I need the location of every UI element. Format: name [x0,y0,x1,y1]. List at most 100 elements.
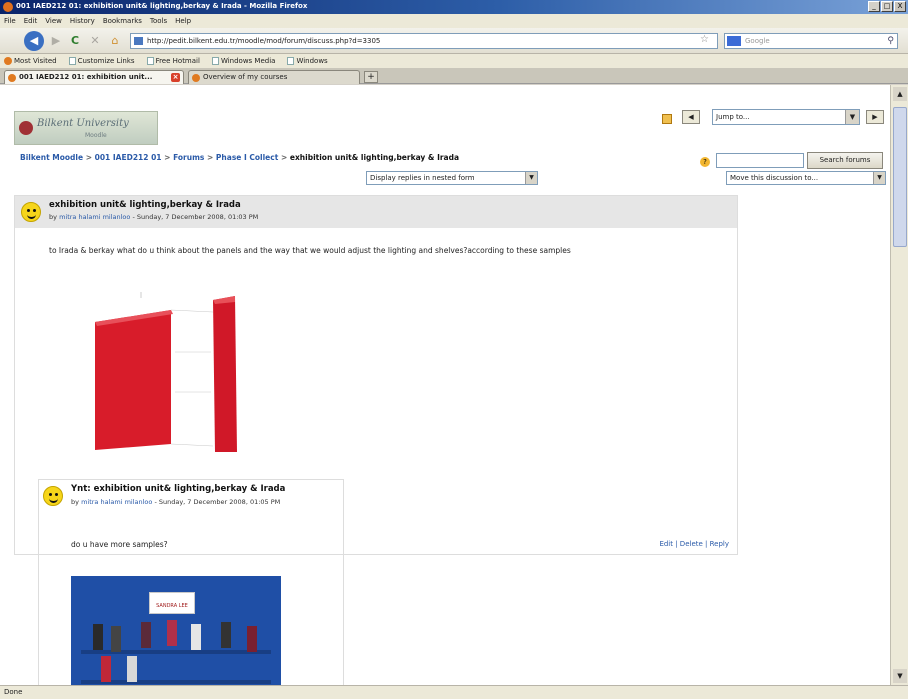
breadcrumb-forum[interactable]: Phase I Collect [216,153,278,162]
breadcrumb-course[interactable]: 001 IAED212 01 [95,153,162,162]
post-body: to Irada & berkay what do u think about … [49,246,571,255]
tab-close-icon[interactable]: × [171,73,180,82]
forward-button[interactable]: ▶ [47,32,65,50]
scroll-thumb[interactable] [893,107,907,247]
brochure [247,626,257,652]
home-button[interactable]: ⌂ [106,32,124,50]
post-byline: by mitra halami milanloo - Sunday, 7 Dec… [49,213,258,221]
site-logo[interactable]: Bilkent University Moodle [14,111,158,145]
bookmark-windows[interactable]: Windows [287,54,328,68]
new-tab-button[interactable]: + [364,71,378,83]
forum-reply: Ynt: exhibition unit& lighting,berkay & … [38,479,344,685]
post-date: - Sunday, 7 December 2008, 01:03 PM [130,213,259,221]
post-actions[interactable]: Edit | Delete | Reply [659,540,729,548]
panel-sample-image[interactable] [75,282,243,456]
firefox-icon [4,57,12,65]
firefox-icon [3,2,13,12]
post-date: - Sunday, 7 December 2008, 01:05 PM [152,498,281,506]
post-header: exhibition unit& lighting,berkay & Irada… [15,196,737,228]
tab-overview-courses[interactable]: Overview of my courses [188,70,360,84]
menu-bar: File Edit View History Bookmarks Tools H… [0,14,908,28]
bookmark-customize-links[interactable]: Customize Links [68,54,135,68]
search-engine-icon[interactable] [727,36,741,46]
move-discussion-value: Move this discussion to... [730,174,819,182]
search-placeholder: Google [745,37,770,45]
page-icon [211,57,219,65]
search-bar[interactable]: Google ⚲ [724,33,898,49]
menu-file[interactable]: File [4,14,16,28]
breadcrumb-separator: > [207,153,214,162]
display-samples-image[interactable]: SANDRA LEE [71,576,281,685]
brochure [221,622,231,648]
menu-history[interactable]: History [70,14,95,28]
moodle-icon [8,74,16,82]
forum-search-input[interactable] [716,153,804,168]
brochure [127,656,137,682]
navigation-toolbar: ◀ ▶ C ✕ ⌂ http://pedit.bilkent.edu.tr/mo… [0,28,908,54]
post-author-link[interactable]: mitra halami milanloo [59,213,130,221]
display-mode-value: Display replies in nested form [370,174,475,182]
magnifier-icon[interactable]: ⚲ [887,34,894,48]
bookmark-free-hotmail[interactable]: Free Hotmail [146,54,200,68]
menu-bookmarks[interactable]: Bookmarks [103,14,142,28]
minimize-button[interactable]: _ [868,1,880,12]
rss-icon[interactable] [662,114,672,124]
brand-sign: SANDRA LEE [149,592,195,614]
post-by-label: by [71,498,79,506]
university-seal-icon [19,121,33,135]
close-button[interactable]: X [894,1,906,12]
tab-forum-discussion[interactable]: 001 IAED212 01: exhibition unit... × [4,70,184,84]
breadcrumb-home[interactable]: Bilkent Moodle [20,153,83,162]
scroll-up-icon[interactable]: ▲ [893,87,907,101]
brochure [101,656,111,682]
menu-edit[interactable]: Edit [24,14,38,28]
post-author-link[interactable]: mitra halami milanloo [81,498,152,506]
breadcrumb-separator: > [164,153,171,162]
brochure [111,626,121,652]
back-button[interactable]: ◀ [24,31,44,51]
post-body: do u have more samples? [71,540,168,549]
bookmark-star-icon[interactable]: ☆ [700,34,709,45]
url-text: http://pedit.bilkent.edu.tr/moodle/mod/f… [147,37,381,45]
moodle-icon [192,74,200,82]
vertical-scrollbar[interactable]: ▲ ▼ [890,85,908,685]
page-icon [287,57,295,65]
bookmark-most-visited[interactable]: Most Visited [4,54,57,68]
menu-tools[interactable]: Tools [150,14,167,28]
menu-help[interactable]: Help [175,14,191,28]
breadcrumb-separator: > [85,153,92,162]
previous-activity-button[interactable]: ◀ [682,110,700,124]
chevron-down-icon: ▼ [873,172,885,184]
chevron-down-icon: ▼ [845,110,859,124]
chevron-down-icon: ▼ [525,172,537,184]
bookmark-label: Windows Media [220,57,276,65]
display-mode-select[interactable]: Display replies in nested form ▼ [366,171,538,185]
avatar[interactable] [43,486,63,506]
post-subject: exhibition unit& lighting,berkay & Irada [49,200,241,210]
breadcrumb-current: exhibition unit& lighting,berkay & Irada [289,153,460,162]
help-icon[interactable]: ? [700,157,710,167]
breadcrumb-forums[interactable]: Forums [173,153,204,162]
page-content: Bilkent University Moodle ◀ Jump to... ▼… [0,85,890,685]
stop-button[interactable]: ✕ [86,32,104,50]
search-forums-button[interactable]: Search forums [807,152,883,169]
jump-to-value: Jump to... [716,113,750,121]
tab-label: 001 IAED212 01: exhibition unit... [19,73,153,81]
reload-button[interactable]: C [66,32,84,50]
next-activity-button[interactable]: ▶ [866,110,884,124]
window-titlebar: 001 IAED212 01: exhibition unit& lightin… [0,0,908,14]
move-discussion-select[interactable]: Move this discussion to... ▼ [726,171,886,185]
jump-to-select[interactable]: Jump to... ▼ [712,109,860,125]
maximize-button[interactable]: □ [881,1,893,12]
avatar[interactable] [21,202,41,222]
bookmark-windows-media[interactable]: Windows Media [211,54,276,68]
scroll-down-icon[interactable]: ▼ [893,669,907,683]
menu-view[interactable]: View [45,14,62,28]
bookmarks-toolbar: Most Visited Customize Links Free Hotmai… [0,54,908,68]
brochure [191,624,201,650]
brochure [141,622,151,648]
window-title: 001 IAED212 01: exhibition unit& lightin… [16,2,308,10]
address-bar[interactable]: http://pedit.bilkent.edu.tr/moodle/mod/f… [130,33,718,49]
site-icon [134,37,143,45]
post-header: Ynt: exhibition unit& lighting,berkay & … [39,480,343,514]
